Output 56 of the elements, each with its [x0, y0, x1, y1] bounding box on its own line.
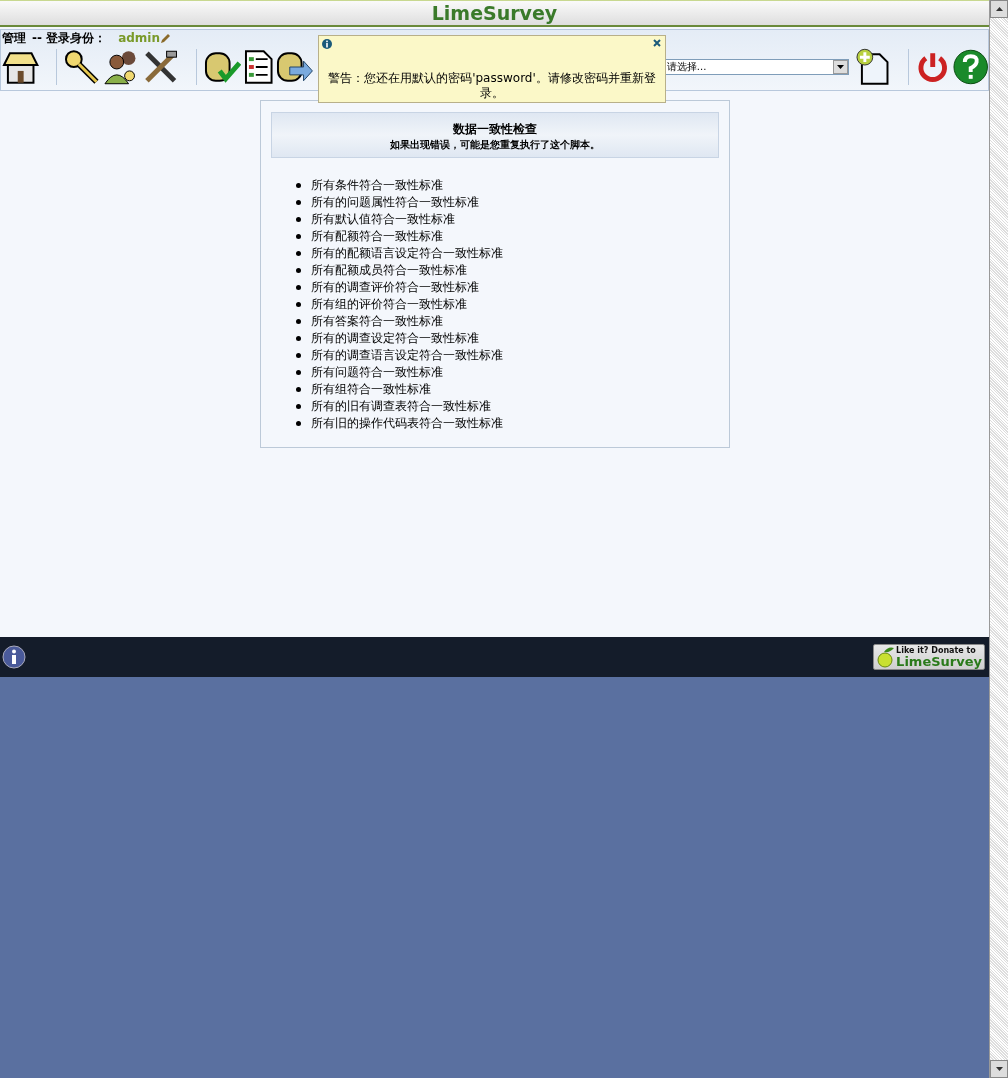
bullet-icon — [295, 251, 301, 256]
help-icon[interactable] — [952, 49, 988, 85]
login-label: -- 登录身份： — [32, 29, 107, 47]
bullet-icon — [295, 285, 301, 290]
bullet-icon — [295, 183, 301, 188]
warning-message: 警告：您还在用默认的密码'password'。请修改密码并重新登录。 — [327, 70, 657, 101]
result-text: 所有的调查评价符合一致性标准 — [310, 279, 479, 296]
power-icon[interactable] — [916, 50, 950, 84]
result-text: 所有的调查语言设定符合一致性标准 — [310, 347, 503, 364]
bullet-icon — [295, 387, 301, 392]
up-arrow-icon — [995, 7, 1003, 11]
donate-brand: LimeSurvey — [896, 654, 982, 668]
bullet-icon — [295, 421, 301, 426]
bullet-icon — [295, 217, 301, 222]
result-text: 所有组符合一致性标准 — [310, 381, 431, 398]
close-icon[interactable] — [653, 39, 661, 47]
panel-subtitle: 如果出现错误，可能是您重复执行了这个脚本。 — [388, 138, 601, 152]
bullet-icon — [295, 319, 301, 324]
dropdown-arrow-icon — [836, 65, 844, 69]
database-check-icon[interactable] — [203, 49, 241, 85]
house-icon[interactable] — [2, 49, 40, 85]
result-text: 所有的配额语言设定符合一致性标准 — [310, 245, 503, 262]
donate-text: Like it? Donate to — [896, 646, 977, 655]
scroll-up-button[interactable] — [990, 0, 1008, 18]
result-text: 所有答案符合一致性标准 — [310, 313, 443, 330]
bullet-icon — [295, 302, 301, 307]
bullet-icon — [295, 200, 301, 205]
result-text: 所有旧的操作代码表符合一致性标准 — [310, 415, 503, 432]
document-list-icon[interactable] — [243, 49, 274, 85]
result-text: 所有配额符合一致性标准 — [310, 228, 443, 245]
result-text: 所有的问题属性符合一致性标准 — [310, 194, 479, 211]
bullet-icon — [295, 234, 301, 239]
result-text: 所有的旧有调查表符合一致性标准 — [310, 398, 491, 415]
app-title: LimeSurvey — [431, 2, 558, 24]
result-text: 所有问题符合一致性标准 — [310, 364, 443, 381]
bullet-icon — [295, 268, 301, 273]
result-text: 所有条件符合一致性标准 — [310, 177, 443, 194]
bullet-icon — [295, 353, 301, 358]
result-text: 所有默认值符合一致性标准 — [310, 211, 455, 228]
bullet-icon — [295, 404, 301, 409]
info-icon — [322, 39, 332, 49]
scroll-down-button[interactable] — [990, 1060, 1008, 1078]
pencil-icon[interactable] — [160, 32, 171, 44]
bullet-icon — [295, 336, 301, 341]
down-arrow-icon — [995, 1067, 1003, 1071]
key-icon[interactable] — [64, 49, 100, 85]
result-text: 所有的调查设定符合一致性标准 — [310, 330, 479, 347]
result-text: 所有组的评价符合一致性标准 — [310, 296, 467, 313]
database-export-icon[interactable] — [276, 49, 314, 85]
info-icon[interactable] — [2, 645, 26, 669]
panel-title: 数据一致性检查 — [451, 121, 538, 138]
bullet-icon — [295, 370, 301, 375]
lime-icon — [876, 646, 897, 668]
admin-label: 管理 — [2, 29, 26, 47]
result-text: 所有配额成员符合一致性标准 — [310, 262, 467, 279]
donate-badge[interactable]: Like it? Donate to LimeSurvey — [873, 644, 985, 670]
